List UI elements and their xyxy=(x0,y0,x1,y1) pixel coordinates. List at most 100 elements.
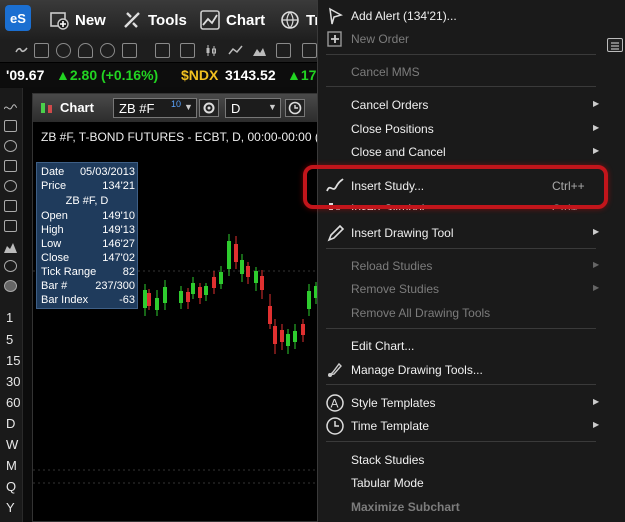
date-label: Date xyxy=(41,166,65,178)
menu-reload-studies[interactable]: Reload Studies ▶ xyxy=(318,255,618,277)
interval-w[interactable]: W xyxy=(6,437,18,452)
line-chart-icon[interactable] xyxy=(228,43,243,58)
mountain-icon[interactable] xyxy=(252,43,267,58)
layout-icon[interactable] xyxy=(302,43,317,58)
tools-label: Tools xyxy=(148,11,187,29)
tools-icon xyxy=(121,9,143,31)
data-row-price: Price 134'21 xyxy=(41,180,135,194)
menu-remove-studies-label: Remove Studies xyxy=(351,282,440,296)
menu-remove-all-drawing-tools[interactable]: Remove All Drawing Tools xyxy=(318,302,618,324)
table-icon[interactable] xyxy=(4,220,17,232)
menu-time-template[interactable]: Time Template ▶ xyxy=(318,415,618,437)
close-value: 147'02 xyxy=(102,252,135,264)
data-row-open: Open 149'10 xyxy=(41,210,135,224)
menu-cancel-mms-label: Cancel MMS xyxy=(351,65,420,79)
close-label: Close xyxy=(41,252,70,264)
panel-toggle-icon[interactable] xyxy=(607,38,623,52)
date-value: 05/03/2013 xyxy=(79,166,135,178)
dollar-icon[interactable] xyxy=(56,43,71,58)
data-row-bar: Bar # 237/300 xyxy=(41,280,135,294)
chart-label: Chart xyxy=(226,11,266,29)
menu-remove-studies[interactable]: Remove Studies ▶ xyxy=(318,278,618,300)
menu-manage-drawing-tools[interactable]: Manage Drawing Tools... xyxy=(318,359,618,381)
menu-separator xyxy=(326,384,596,385)
grid-icon[interactable] xyxy=(155,43,170,58)
trade-button[interactable]: Tr xyxy=(279,6,320,34)
area-chart-icon[interactable] xyxy=(4,240,17,253)
low-label: Low xyxy=(41,238,62,250)
style-template-icon: A xyxy=(325,393,345,413)
menu-tabular-mode[interactable]: Tabular Mode xyxy=(318,472,618,494)
interval-5[interactable]: 5 xyxy=(6,332,13,347)
menu-maximize-subchart[interactable]: Maximize Subchart xyxy=(318,496,618,518)
link-icon[interactable] xyxy=(14,43,29,58)
data-window[interactable]: Date 05/03/2013 Price 134'21 ZB #F, D Op… xyxy=(36,162,138,309)
new-label: New xyxy=(75,11,106,29)
gear-icon[interactable] xyxy=(4,260,17,272)
interval-60[interactable]: 60 xyxy=(6,395,20,410)
menu-cancel-orders-label: Cancel Orders xyxy=(351,98,429,112)
tools-button[interactable]: Tools xyxy=(121,6,187,34)
chart-button[interactable]: Chart xyxy=(199,6,265,34)
dollar-icon[interactable] xyxy=(4,140,17,152)
chart-icon xyxy=(199,9,221,31)
new-button[interactable]: New xyxy=(48,6,106,34)
data-row-high: High 149'13 xyxy=(41,224,135,238)
list-icon[interactable] xyxy=(4,160,17,172)
high-value: 149'13 xyxy=(102,224,135,236)
menu-tabular-mode-label: Tabular Mode xyxy=(351,476,424,490)
tick-range-value: 82 xyxy=(122,266,135,278)
candlesticks xyxy=(143,234,318,354)
document-icon[interactable] xyxy=(4,200,17,212)
menu-separator xyxy=(326,86,596,87)
wave-icon[interactable] xyxy=(3,100,18,112)
bar-index-value: -63 xyxy=(119,294,135,306)
data-row-low: Low 146'27 xyxy=(41,238,135,252)
menu-insert-drawing-tool[interactable]: Insert Drawing Tool ▶ xyxy=(318,222,618,244)
menu-close-and-cancel[interactable]: Close and Cancel ▶ xyxy=(318,141,618,163)
submenu-arrow-icon: ▶ xyxy=(593,99,600,108)
menu-insert-drawing-tool-label: Insert Drawing Tool xyxy=(351,226,454,240)
bag-icon[interactable] xyxy=(100,43,115,58)
tick-range-label: Tick Range xyxy=(41,266,97,278)
ticker-symbol[interactable]: $NDX xyxy=(181,67,218,83)
candlestick-icon[interactable] xyxy=(204,43,219,58)
submenu-arrow-icon: ▶ xyxy=(593,260,600,269)
prev-change: ▲2.80 (+0.16%) xyxy=(56,67,159,83)
high-label: High xyxy=(41,224,64,236)
menu-style-templates[interactable]: A Style Templates ▶ xyxy=(318,392,618,414)
menu-separator xyxy=(326,248,596,249)
interval-m[interactable]: M xyxy=(6,458,17,473)
menu-cancel-orders[interactable]: Cancel Orders ▶ xyxy=(318,94,618,116)
circle-icon[interactable] xyxy=(4,280,17,292)
menu-add-alert[interactable]: Add Alert (134'21)... xyxy=(318,5,618,27)
calculator-icon[interactable] xyxy=(4,120,17,132)
interval-1[interactable]: 1 xyxy=(6,310,13,325)
chart-context-menu: Add Alert (134'21)... New Order Cancel M… xyxy=(317,0,625,522)
menu-cancel-mms[interactable]: Cancel MMS xyxy=(318,61,618,83)
menu-stack-studies[interactable]: Stack Studies xyxy=(318,449,618,471)
interval-30[interactable]: 30 xyxy=(6,374,20,389)
new-order-icon xyxy=(325,29,345,49)
submenu-arrow-icon: ▶ xyxy=(593,283,600,292)
menu-close-positions[interactable]: Close Positions ▶ xyxy=(318,118,618,140)
interval-q[interactable]: Q xyxy=(6,479,16,494)
window-icon[interactable] xyxy=(276,43,291,58)
menu-edit-chart[interactable]: Edit Chart... xyxy=(318,335,618,357)
bar-label: Bar # xyxy=(41,280,68,292)
app-logo[interactable]: eS xyxy=(5,5,31,31)
calculator-icon[interactable] xyxy=(34,43,49,58)
alert-flag-icon xyxy=(325,6,345,26)
data-row-bar-index: Bar Index -63 xyxy=(41,294,135,308)
search-icon[interactable] xyxy=(4,180,17,192)
interval-y[interactable]: Y xyxy=(6,500,15,515)
list-icon[interactable] xyxy=(122,43,137,58)
data-row-date: Date 05/03/2013 xyxy=(41,166,135,180)
dollar-badge-icon[interactable] xyxy=(180,43,195,58)
menu-close-and-cancel-label: Close and Cancel xyxy=(351,145,446,159)
drop-icon[interactable] xyxy=(78,43,93,58)
menu-new-order[interactable]: New Order xyxy=(318,28,618,50)
interval-15[interactable]: 15 xyxy=(6,353,20,368)
interval-d[interactable]: D xyxy=(6,416,15,431)
data-window-title: ZB #F, D xyxy=(65,195,109,207)
